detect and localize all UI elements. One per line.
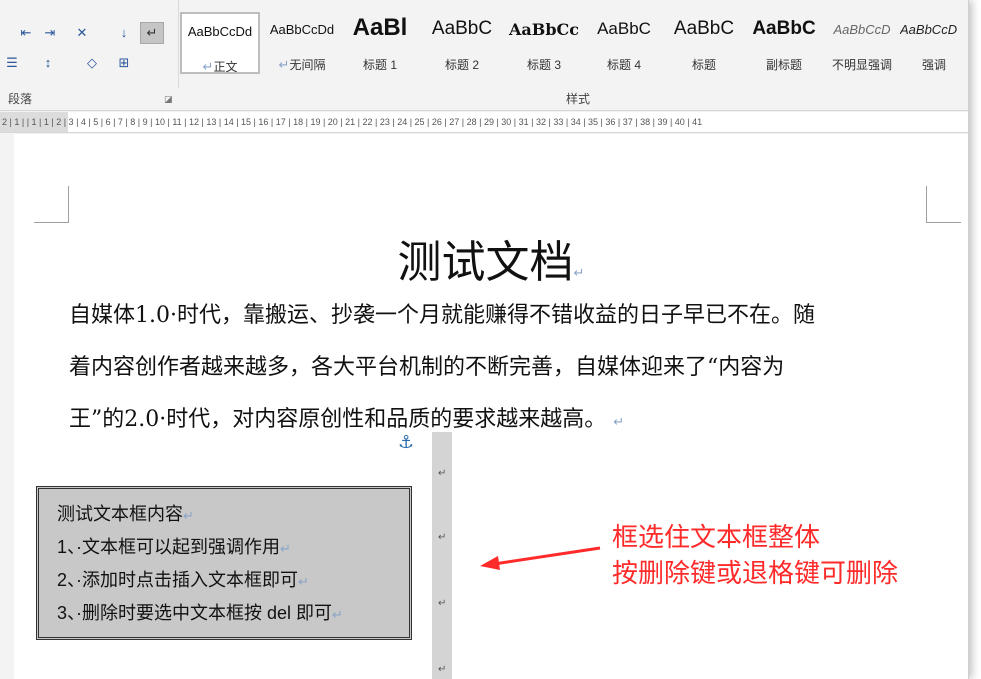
style-title[interactable]: AaBbC 标题 <box>664 12 744 74</box>
paragraph-group: ⇤ ⇥ ✕ ↓ ↵ ☰ ↕ ◇ ⊞ 段落 ◪ <box>0 0 179 106</box>
style-emphasis[interactable]: AaBbCcD 强调 <box>900 12 968 74</box>
body-paragraph[interactable]: 自媒体1.0·时代，靠搬运、抄袭一个月就能赚得不错收益的日子早已不在。随 着内容… <box>69 290 929 449</box>
paragraph-mark-icon: ↵ <box>438 598 447 609</box>
styles-group-label: 样式 <box>566 92 591 106</box>
document-page[interactable]: 测试文档↵ 自媒体1.0·时代，靠搬运、抄袭一个月就能赚得不错收益的日子早已不在… <box>14 134 968 679</box>
document-title[interactable]: 测试文档↵ <box>14 226 968 290</box>
margin-corner-mark <box>926 186 961 223</box>
style-name: 标题 2 <box>444 58 479 72</box>
style-name: ↵正文 <box>202 60 238 75</box>
text-box[interactable]: 测试文本框内容↵ 1、·文本框可以起到强调作用↵ 2、·添加时点击插入文本框即可… <box>36 486 412 640</box>
style-name: 标题 1 <box>362 58 397 72</box>
style-no-spacing[interactable]: AaBbCcDd ↵无间隔 <box>262 12 342 74</box>
selection-strip: ↵ ↵ ↵ ↵ <box>432 432 452 679</box>
sort-icon[interactable]: ↓ <box>112 22 136 44</box>
style-name: 标题 <box>691 58 716 72</box>
paragraph-mark-icon: ↵ <box>298 575 309 590</box>
paragraph-group-label: 段落 <box>8 92 33 106</box>
paragraph-dialog-launcher-icon[interactable]: ◪ <box>164 94 173 105</box>
horizontal-ruler[interactable]: 2 | 1 | | 1 | 1 | 2 | 3 | 4 | 5 | 6 | 7 … <box>0 112 968 133</box>
chinese-layout-icon[interactable]: ✕ <box>70 22 94 44</box>
style-name: 不明显强调 <box>831 58 892 72</box>
textbox-line: 2、·添加时点击插入文本框即可↵ <box>57 570 309 590</box>
textbox-line: 1、·文本框可以起到强调作用↵ <box>57 537 291 557</box>
style-preview: AaBbCcDd <box>187 24 253 39</box>
ruler-ticks: 2 | 1 | | 1 | 1 | 2 | 3 | 4 | 5 | 6 | 7 … <box>2 117 703 127</box>
textbox-line: 测试文本框内容↵ <box>57 504 194 524</box>
paragraph-mark-icon: ↵ <box>613 415 625 430</box>
paragraph-mark-icon: ↵ <box>278 58 290 73</box>
paragraph-mark-icon: ↵ <box>438 532 447 543</box>
paragraph-line: 自媒体1.0·时代，靠搬运、抄袭一个月就能赚得不错收益的日子早已不在。随 <box>69 303 815 328</box>
style-heading-1[interactable]: AaBl 标题 1 <box>340 12 420 74</box>
paragraph-mark-icon: ↵ <box>332 608 343 623</box>
margin-corner-mark <box>34 186 69 223</box>
style-preview: AaBbCc <box>509 20 579 39</box>
show-marks-icon[interactable]: ↵ <box>140 22 164 44</box>
style-preview: AaBbCcDd <box>269 22 335 37</box>
style-name: ↵无间隔 <box>278 58 326 73</box>
style-subtle-emphasis[interactable]: AaBbCcD 不明显强调 <box>822 12 902 74</box>
paragraph-mark-icon: ↵ <box>573 266 585 281</box>
paragraph-mark-icon: ↵ <box>183 509 194 524</box>
annotation-line: 框选住文本框整体 <box>612 523 821 553</box>
style-preview: AaBbC <box>673 18 735 39</box>
style-subtitle[interactable]: AaBbC 副标题 <box>744 12 824 74</box>
annotation-line: 按删除键或退格键可删除 <box>612 559 899 589</box>
style-heading-4[interactable]: AaBbC 标题 4 <box>584 12 664 74</box>
line-spacing-icon[interactable]: ↕ <box>36 52 60 74</box>
increase-indent-icon[interactable]: ⇥ <box>38 22 62 44</box>
style-preview: AaBbCcD <box>833 22 891 37</box>
paragraph-line: 着内容创作者越来越多，各大平台机制的不断完善，自媒体迎来了“内容为 <box>69 355 785 380</box>
style-heading-3[interactable]: AaBbCc 标题 3 <box>504 12 584 74</box>
paragraph-mark-icon: ↵ <box>438 664 447 675</box>
style-preview: AaBbCcD <box>900 22 958 37</box>
decrease-indent-icon[interactable]: ⇤ <box>14 22 38 44</box>
paragraph-mark-icon: ↵ <box>438 468 447 479</box>
textbox-line: 3、·删除时要选中文本框按 del 即可↵ <box>57 603 343 623</box>
style-preview: AaBbC <box>431 18 493 39</box>
style-normal[interactable]: AaBbCcDd ↵正文 <box>180 12 260 75</box>
style-preview: AaBbC <box>752 18 816 39</box>
paragraph-mark-icon: ↵ <box>280 542 291 557</box>
style-name: 副标题 <box>765 58 802 72</box>
paragraph-mark-icon: ↵ <box>202 60 214 75</box>
borders-icon[interactable]: ⊞ <box>112 52 136 74</box>
shading-icon[interactable]: ◇ <box>80 52 104 74</box>
styles-gallery: AaBbCcDd ↵正文 AaBbCcDd ↵无间隔 AaBl 标题 1 AaB… <box>180 12 968 78</box>
annotation-text: 框选住文本框整体 按删除键或退格键可删除 <box>612 520 898 592</box>
distributed-align-icon[interactable]: ☰ <box>0 52 24 74</box>
ribbon: ⇤ ⇥ ✕ ↓ ↵ ☰ ↕ ◇ ⊞ 段落 ◪ AaBbCcDd ↵正文 AaBb… <box>0 0 968 111</box>
word-window: ⇤ ⇥ ✕ ↓ ↵ ☰ ↕ ◇ ⊞ 段落 ◪ AaBbCcDd ↵正文 AaBb… <box>0 0 969 679</box>
paragraph-line: 王”的2.0·时代，对内容原创性和品质的要求越来越高。 ↵ <box>69 407 625 432</box>
style-name: 标题 3 <box>526 58 561 72</box>
style-preview: AaBl <box>352 14 408 41</box>
style-heading-2[interactable]: AaBbC 标题 2 <box>422 12 502 74</box>
style-name: 强调 <box>921 58 946 72</box>
red-arrow-icon <box>480 546 601 570</box>
style-name: 标题 4 <box>606 58 641 72</box>
anchor-icon[interactable]: ⚓ <box>398 432 414 453</box>
style-preview: AaBbC <box>597 19 651 38</box>
